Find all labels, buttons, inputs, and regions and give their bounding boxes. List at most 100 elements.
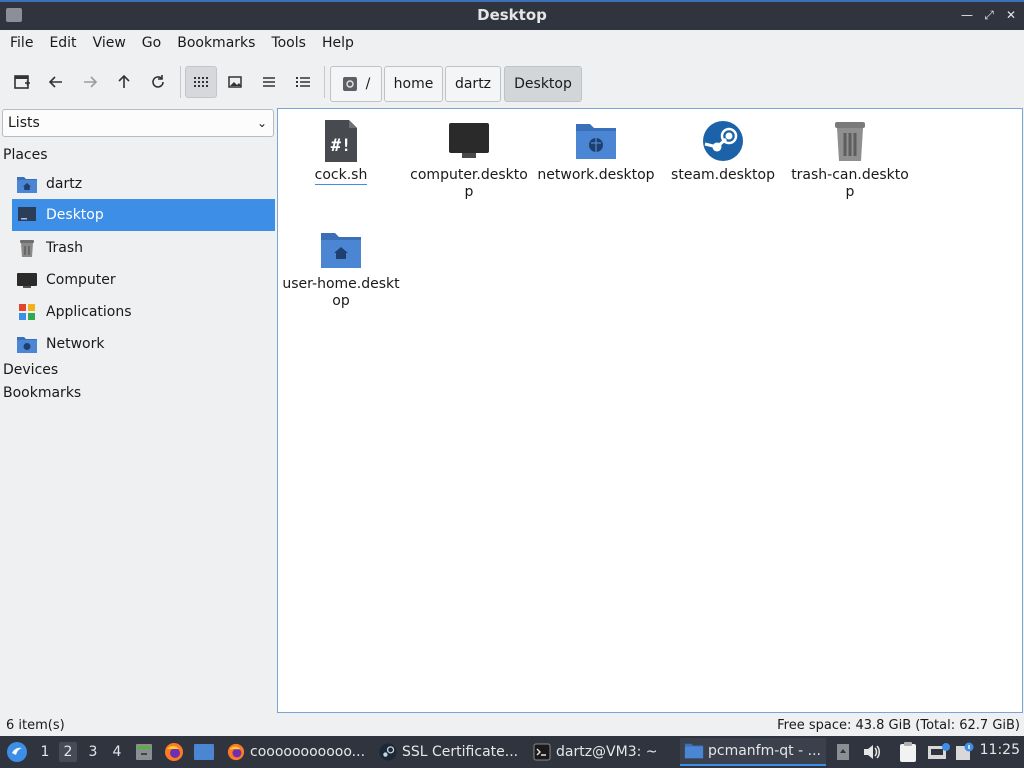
- desktop-switch-1[interactable]: 1: [36, 742, 54, 762]
- file-name: computer.desktop: [410, 167, 528, 200]
- forward-button[interactable]: [74, 66, 106, 98]
- menu-help[interactable]: Help: [314, 30, 362, 56]
- new-tab-icon: [14, 75, 30, 89]
- sidebar-item-applications[interactable]: Applications: [12, 296, 275, 328]
- reload-icon: [152, 75, 164, 88]
- menu-go[interactable]: Go: [134, 30, 169, 56]
- sidebar-item-computer[interactable]: Computer: [12, 264, 275, 296]
- file-item-steam-desktop[interactable]: steam.desktop: [663, 113, 783, 184]
- network-folder-icon: [17, 337, 37, 353]
- sidebar-item-label: Network: [46, 336, 105, 352]
- bookmarks-header[interactable]: Bookmarks: [3, 385, 81, 401]
- status-bar: 6 item(s) Free space: 43.8 GiB (Total: 6…: [0, 716, 1024, 736]
- steam-icon: [703, 121, 743, 161]
- side-pane-mode-select[interactable]: Lists ⌄: [2, 109, 274, 137]
- menu-file[interactable]: File: [2, 30, 41, 56]
- task-label: cooooooooooo...: [250, 744, 366, 760]
- task-label: dartz@VM3: ~: [556, 744, 658, 760]
- thumbnail-view-button[interactable]: [219, 66, 251, 98]
- sidebar-item-label: Applications: [46, 304, 132, 320]
- volume-button[interactable]: [862, 736, 882, 768]
- file-name: cock.sh: [314, 167, 368, 185]
- detail-list-icon: [296, 77, 310, 87]
- applications-icon: [19, 304, 35, 320]
- tray-collapse-button[interactable]: [836, 736, 850, 768]
- taskbar: 1 2 3 4 cooooooooooo... SSL Certificate.…: [0, 736, 1024, 768]
- reload-button[interactable]: [142, 66, 174, 98]
- task-label: SSL Certificate...: [402, 744, 519, 760]
- new-tab-button[interactable]: [6, 66, 38, 98]
- file-name: trash-can.desktop: [791, 167, 909, 200]
- arrow-left-icon: [48, 76, 62, 88]
- menu-bar: File Edit View Go Bookmarks Tools Help: [0, 30, 1024, 56]
- tray-arrow-icon: [837, 744, 849, 760]
- menu-bookmarks[interactable]: Bookmarks: [169, 30, 263, 56]
- clipboard-button[interactable]: [898, 736, 918, 768]
- quicklaunch-firefox[interactable]: [164, 736, 184, 768]
- task-terminal[interactable]: dartz@VM3: ~: [528, 738, 674, 766]
- arrow-up-icon: [118, 74, 130, 88]
- quicklaunch-file-manager[interactable]: [134, 736, 154, 768]
- network-wired-icon: [928, 743, 950, 759]
- up-button[interactable]: [108, 66, 140, 98]
- network-status-button[interactable]: [926, 736, 950, 768]
- back-button[interactable]: [40, 66, 72, 98]
- breadcrumb-dartz[interactable]: dartz: [445, 66, 501, 102]
- folder-icon: [684, 743, 704, 759]
- side-pane-mode-value: Lists: [8, 115, 40, 131]
- file-item-network-desktop[interactable]: network.desktop: [536, 113, 656, 184]
- close-button[interactable]: ✕: [1002, 6, 1020, 24]
- start-menu-button[interactable]: [6, 736, 28, 768]
- arrow-right-icon: [84, 76, 98, 88]
- file-view[interactable]: #! cock.sh computer.desktop network.desk…: [277, 108, 1023, 713]
- sidebar-item-network[interactable]: Network: [12, 328, 275, 360]
- breadcrumb-home[interactable]: home: [384, 66, 443, 102]
- update-icon: [956, 742, 974, 760]
- breadcrumb-root-label: /: [365, 76, 371, 92]
- file-item-user-home-desktop[interactable]: user-home.desktop: [281, 222, 401, 310]
- file-name: steam.desktop: [671, 167, 775, 183]
- devices-header[interactable]: Devices: [3, 362, 58, 378]
- breadcrumb-desktop[interactable]: Desktop: [504, 66, 582, 102]
- minimize-button[interactable]: —: [958, 6, 976, 24]
- sidebar-item-label: Trash: [46, 240, 83, 256]
- restore-button[interactable]: ⤢: [980, 6, 998, 24]
- file-item-computer-desktop[interactable]: computer.desktop: [409, 113, 529, 201]
- desktop-icon: [194, 744, 214, 760]
- network-folder-icon: [576, 124, 616, 159]
- places-header[interactable]: Places: [3, 147, 48, 163]
- desktop-switch-3[interactable]: 3: [84, 742, 102, 762]
- quicklaunch-show-desktop[interactable]: [193, 736, 215, 768]
- sidebar-item-desktop[interactable]: Desktop: [12, 199, 275, 231]
- menu-edit[interactable]: Edit: [41, 30, 84, 56]
- menu-view[interactable]: View: [85, 30, 134, 56]
- icon-view-button[interactable]: [185, 66, 217, 98]
- sidebar-item-dartz[interactable]: dartz: [12, 168, 275, 200]
- desktop-switch-4[interactable]: 4: [108, 742, 126, 762]
- chevron-down-icon: ⌄: [256, 116, 267, 130]
- task-pcmanfm[interactable]: pcmanfm-qt - ...: [680, 738, 826, 766]
- home-folder-icon: [321, 233, 361, 268]
- title-bar: Desktop — ⤢ ✕: [0, 0, 1024, 30]
- sidebar-item-label: dartz: [46, 176, 83, 192]
- window-title: Desktop: [477, 6, 547, 24]
- desktop-icon: [18, 207, 36, 221]
- grid-icon: [194, 77, 208, 87]
- task-steam[interactable]: SSL Certificate...: [374, 738, 522, 766]
- image-icon: [228, 76, 242, 88]
- home-folder-icon: [17, 177, 37, 193]
- list-icon: [263, 77, 275, 87]
- updates-button[interactable]: [954, 736, 974, 768]
- file-item-cock-sh[interactable]: #! cock.sh: [281, 113, 401, 185]
- clock[interactable]: 11:25: [980, 742, 1020, 758]
- file-name: network.desktop: [537, 167, 655, 183]
- breadcrumb-root[interactable]: /: [330, 66, 382, 102]
- detailed-view-button[interactable]: [287, 66, 319, 98]
- menu-tools[interactable]: Tools: [263, 30, 314, 56]
- file-item-trash-can-desktop[interactable]: trash-can.desktop: [790, 113, 910, 201]
- sidebar-item-trash[interactable]: Trash: [12, 232, 275, 264]
- task-firefox[interactable]: cooooooooooo...: [222, 738, 368, 766]
- compact-view-button[interactable]: [253, 66, 285, 98]
- file-name: user-home.desktop: [282, 276, 400, 309]
- desktop-switch-2[interactable]: 2: [59, 742, 77, 762]
